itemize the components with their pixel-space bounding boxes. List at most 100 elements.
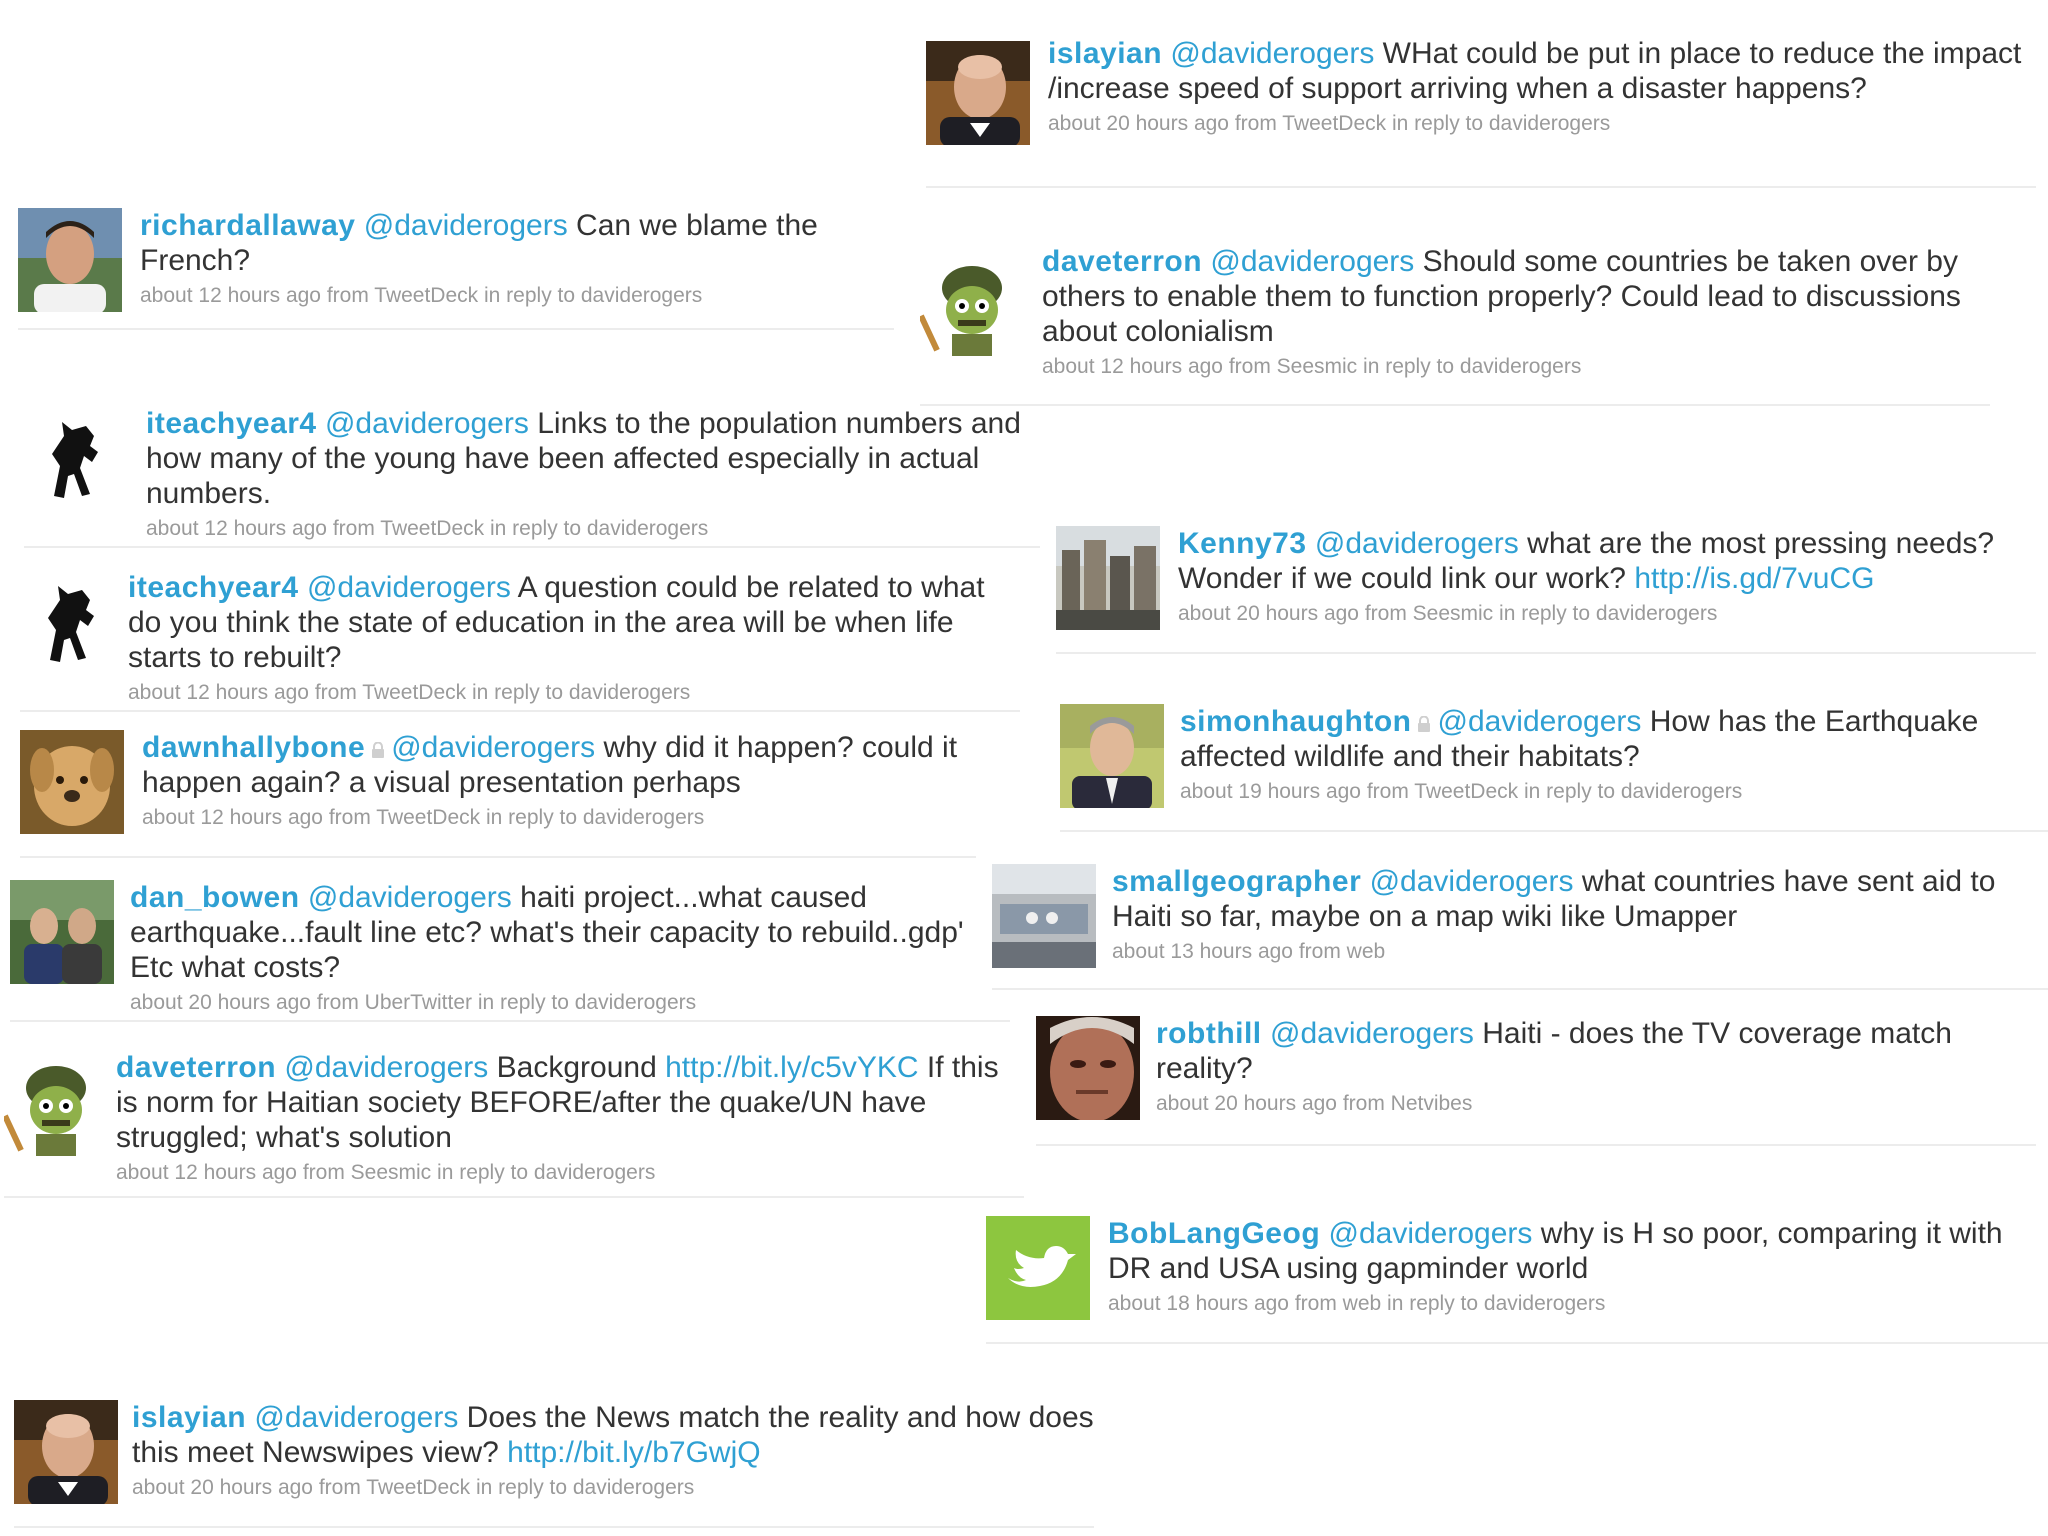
avatar[interactable]	[920, 254, 1024, 358]
tweet-text: Kenny73 @daviderogers what are the most …	[1178, 526, 2036, 596]
avatar[interactable]	[1060, 704, 1164, 808]
username-link[interactable]: BobLangGeog	[1108, 1217, 1320, 1250]
source-link[interactable]: from Seesmic	[1229, 355, 1357, 378]
timestamp-link[interactable]: about 20 hours ago	[132, 1476, 313, 1499]
avatar[interactable]	[926, 41, 1030, 145]
source-link[interactable]: from TweetDeck	[327, 284, 478, 307]
username-link[interactable]: iteachyear4	[128, 571, 299, 604]
source-link[interactable]: from TweetDeck	[315, 681, 466, 704]
timestamp-link[interactable]: about 20 hours ago	[1048, 112, 1229, 135]
mention-link[interactable]: @daviderogers	[1210, 245, 1414, 278]
tweet-url-link[interactable]: http://bit.ly/b7GwjQ	[507, 1436, 760, 1469]
mention-link[interactable]: @daviderogers	[1315, 527, 1519, 560]
in-reply-to-link[interactable]: in reply to daviderogers	[472, 681, 690, 704]
tweet-meta: about 12 hours ago from TweetDeck in rep…	[140, 282, 894, 310]
tweet-text: dawnhallybone @daviderogers why did it ha…	[142, 730, 976, 800]
in-reply-to-link[interactable]: in reply to daviderogers	[437, 1161, 655, 1184]
avatar[interactable]	[20, 730, 124, 834]
source-link[interactable]: from Seesmic	[303, 1161, 431, 1184]
username-link[interactable]: islayian	[1048, 37, 1162, 70]
timestamp-link[interactable]: about 20 hours ago	[130, 991, 311, 1014]
timestamp-link[interactable]: about 19 hours ago	[1180, 780, 1361, 803]
tweet-text: richardallaway @daviderogers Can we blam…	[140, 208, 894, 278]
username-link[interactable]: islayian	[132, 1401, 246, 1434]
username-link[interactable]: dawnhallybone	[142, 731, 365, 764]
username-link[interactable]: daveterron	[116, 1051, 276, 1084]
in-reply-to-link[interactable]: in reply to daviderogers	[484, 284, 702, 307]
in-reply-to-link[interactable]: in reply to daviderogers	[1524, 780, 1742, 803]
mention-link[interactable]: @daviderogers	[325, 407, 529, 440]
tweet-text: daveterron @daviderogers Should some cou…	[1042, 244, 1990, 349]
timestamp-link[interactable]: about 18 hours ago	[1108, 1292, 1289, 1315]
source-link[interactable]: from web	[1299, 940, 1385, 963]
timestamp-link[interactable]: about 20 hours ago	[1156, 1092, 1337, 1115]
timestamp-link[interactable]: about 12 hours ago	[128, 681, 309, 704]
timestamp-link[interactable]: about 13 hours ago	[1112, 940, 1293, 963]
timestamp-link[interactable]: about 12 hours ago	[140, 284, 321, 307]
avatar[interactable]	[24, 406, 128, 510]
username-link[interactable]: richardallaway	[140, 209, 355, 242]
source-link[interactable]: from TweetDeck	[333, 517, 484, 540]
in-reply-to-link[interactable]: in reply to daviderogers	[1392, 112, 1610, 135]
avatar[interactable]	[18, 208, 122, 312]
timestamp-link[interactable]: about 12 hours ago	[116, 1161, 297, 1184]
tweet-url-link[interactable]: http://bit.ly/c5vYKC	[665, 1051, 918, 1084]
in-reply-to-link[interactable]: in reply to daviderogers	[1363, 355, 1581, 378]
mention-link[interactable]: @daviderogers	[391, 731, 595, 764]
mention-link[interactable]: @daviderogers	[364, 209, 568, 242]
mention-link[interactable]: @daviderogers	[1329, 1217, 1533, 1250]
tweet-meta: about 20 hours ago from TweetDeck in rep…	[1048, 110, 2036, 138]
mention-link[interactable]: @daviderogers	[1170, 37, 1374, 70]
tweet-message: Background	[496, 1051, 657, 1084]
tweet-meta: about 13 hours ago from web	[1112, 938, 2048, 966]
source-link[interactable]: from Seesmic	[1365, 602, 1493, 625]
avatar[interactable]	[986, 1216, 1090, 1320]
source-link[interactable]: from Netvibes	[1343, 1092, 1473, 1115]
source-link[interactable]: from TweetDeck	[319, 1476, 470, 1499]
mention-link[interactable]: @daviderogers	[1270, 1017, 1474, 1050]
mention-link[interactable]: @daviderogers	[1370, 865, 1574, 898]
source-link[interactable]: from web	[1295, 1292, 1381, 1315]
in-reply-to-link[interactable]: in reply to daviderogers	[1499, 602, 1717, 625]
mention-link[interactable]: @daviderogers	[308, 881, 512, 914]
timestamp-link[interactable]: about 12 hours ago	[1042, 355, 1223, 378]
tweet-text: islayian @daviderogers Does the News mat…	[132, 1400, 1094, 1470]
in-reply-to-link[interactable]: in reply to daviderogers	[476, 1476, 694, 1499]
in-reply-to-link[interactable]: in reply to daviderogers	[1387, 1292, 1605, 1315]
in-reply-to-link[interactable]: in reply to daviderogers	[486, 806, 704, 829]
mention-link[interactable]: @daviderogers	[1437, 705, 1641, 738]
username-link[interactable]: simonhaughton	[1180, 705, 1411, 738]
source-link[interactable]: from TweetDeck	[1235, 112, 1386, 135]
source-link[interactable]: from TweetDeck	[329, 806, 480, 829]
in-reply-to-link[interactable]: in reply to daviderogers	[490, 517, 708, 540]
username-link[interactable]: smallgeographer	[1112, 865, 1361, 898]
timestamp-link[interactable]: about 20 hours ago	[1178, 602, 1359, 625]
username-link[interactable]: dan_bowen	[130, 881, 300, 914]
avatar[interactable]	[14, 1400, 118, 1504]
avatar[interactable]	[10, 880, 114, 984]
mention-link[interactable]: @daviderogers	[307, 571, 511, 604]
tweet-text: smallgeographer @daviderogers what count…	[1112, 864, 2048, 934]
source-link[interactable]: from UberTwitter	[317, 991, 472, 1014]
timestamp-link[interactable]: about 12 hours ago	[146, 517, 327, 540]
in-reply-to-link[interactable]: in reply to daviderogers	[478, 991, 696, 1014]
avatar[interactable]	[20, 570, 124, 674]
username-link[interactable]: iteachyear4	[146, 407, 317, 440]
tweet-meta: about 19 hours ago from TweetDeck in rep…	[1180, 778, 2048, 806]
tweet: iteachyear4 @daviderogers Links to the p…	[24, 406, 1040, 548]
tweet-url-link[interactable]: http://is.gd/7vuCG	[1634, 562, 1874, 595]
mention-link[interactable]: @daviderogers	[254, 1401, 458, 1434]
username-link[interactable]: Kenny73	[1178, 527, 1307, 560]
tweet: BobLangGeog @daviderogers why is H so po…	[986, 1216, 2048, 1344]
avatar[interactable]	[1056, 526, 1160, 630]
username-link[interactable]: robthill	[1156, 1017, 1262, 1050]
timestamp-link[interactable]: about 12 hours ago	[142, 806, 323, 829]
mention-link[interactable]: @daviderogers	[284, 1051, 488, 1084]
tweet-text: robthill @daviderogers Haiti - does the …	[1156, 1016, 2036, 1086]
tweet-text: islayian @daviderogers WHat could be put…	[1048, 36, 2036, 106]
avatar[interactable]	[1036, 1016, 1140, 1120]
source-link[interactable]: from TweetDeck	[1367, 780, 1518, 803]
tweet-text: BobLangGeog @daviderogers why is H so po…	[1108, 1216, 2048, 1286]
username-link[interactable]: daveterron	[1042, 245, 1202, 278]
avatar[interactable]	[4, 1054, 108, 1158]
